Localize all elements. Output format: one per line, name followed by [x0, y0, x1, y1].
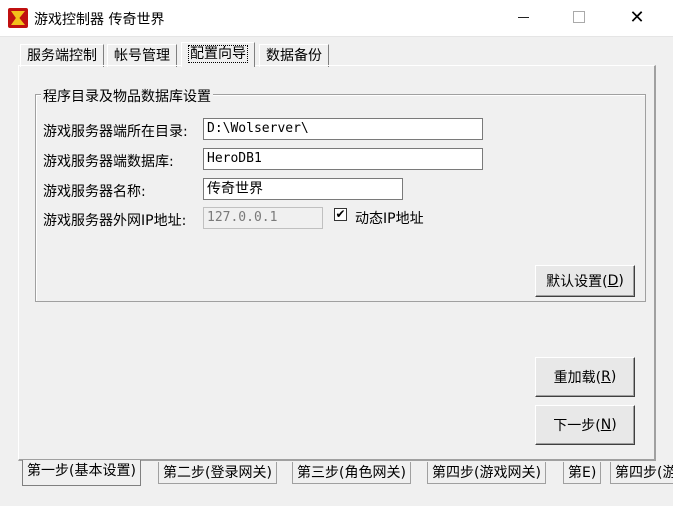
- button-label: 下一步(: [553, 418, 601, 434]
- button-paren: ): [610, 369, 617, 385]
- minimize-button[interactable]: [500, 0, 546, 34]
- button-label: 默认设置(: [546, 274, 608, 290]
- server-name-input[interactable]: 传奇世界: [203, 178, 403, 200]
- maximize-icon: [573, 11, 585, 23]
- tab-label: 配置向导: [188, 45, 248, 63]
- button-hotkey: R: [601, 369, 611, 385]
- tab-step-partial[interactable]: 第E): [563, 462, 602, 484]
- server-db-label: 游戏服务器端数据库:: [43, 154, 174, 170]
- server-dir-input[interactable]: D:\Wolserver\: [203, 118, 483, 140]
- app-icon: [8, 8, 28, 28]
- checkmark-icon: ✔: [335, 207, 346, 221]
- next-step-button[interactable]: 下一步(N): [535, 405, 635, 445]
- tab-data-backup[interactable]: 数据备份: [259, 44, 329, 67]
- tab-step-basic[interactable]: 第一步(基本设置): [22, 460, 141, 486]
- tab-label: 第一步(基本设置): [27, 463, 136, 479]
- server-ip-label: 游戏服务器外网IP地址:: [43, 213, 187, 229]
- tab-label: 服务端控制: [27, 48, 97, 64]
- tab-step-login-gateway[interactable]: 第二步(登录网关): [158, 462, 277, 484]
- dynamic-ip-checkbox[interactable]: ✔: [334, 208, 347, 221]
- tab-step-game-gateway[interactable]: 第四步(游戏网关): [427, 462, 546, 484]
- tab-account-management[interactable]: 帐号管理: [107, 44, 177, 67]
- dynamic-ip-label: 动态IP地址: [355, 211, 424, 227]
- tab-label: 数据备份: [266, 48, 322, 64]
- tab-step-cut-off[interactable]: 第四步(游: [610, 462, 673, 484]
- tab-config-wizard[interactable]: 配置向导: [181, 42, 255, 67]
- server-db-input[interactable]: HeroDB1: [203, 148, 483, 170]
- default-settings-button[interactable]: 默认设置(D): [535, 265, 635, 297]
- server-ip-input[interactable]: 127.0.0.1: [203, 207, 323, 229]
- button-paren: ): [611, 417, 617, 433]
- maximize-button[interactable]: [556, 0, 602, 34]
- window-title: 游戏控制器 传奇世界: [34, 12, 165, 28]
- tab-label: 第四步(游戏网关): [432, 465, 541, 481]
- tab-label: 第二步(登录网关): [163, 465, 272, 481]
- button-hotkey: D: [607, 273, 619, 289]
- server-name-label: 游戏服务器名称:: [43, 184, 146, 200]
- tab-label: 第四步(游: [615, 465, 673, 481]
- tab-label: 第E): [568, 465, 597, 481]
- button-hotkey: N: [600, 417, 612, 433]
- tab-server-control[interactable]: 服务端控制: [20, 44, 104, 67]
- close-icon: ✕: [629, 6, 645, 28]
- close-button[interactable]: ✕: [614, 0, 660, 34]
- button-paren: ): [618, 273, 624, 289]
- minimize-icon: [517, 16, 529, 18]
- tab-label: 帐号管理: [114, 48, 170, 64]
- title-bar: 游戏控制器 传奇世界 ✕: [0, 0, 673, 37]
- server-dir-label: 游戏服务器端所在目录:: [43, 124, 188, 140]
- button-label: 重加载(: [553, 370, 602, 386]
- groupbox-title: 程序目录及物品数据库设置: [41, 86, 213, 106]
- tab-label: 第三步(角色网关): [297, 465, 406, 481]
- tab-step-role-gateway[interactable]: 第三步(角色网关): [292, 462, 411, 484]
- reload-button[interactable]: 重加载(R): [535, 357, 635, 397]
